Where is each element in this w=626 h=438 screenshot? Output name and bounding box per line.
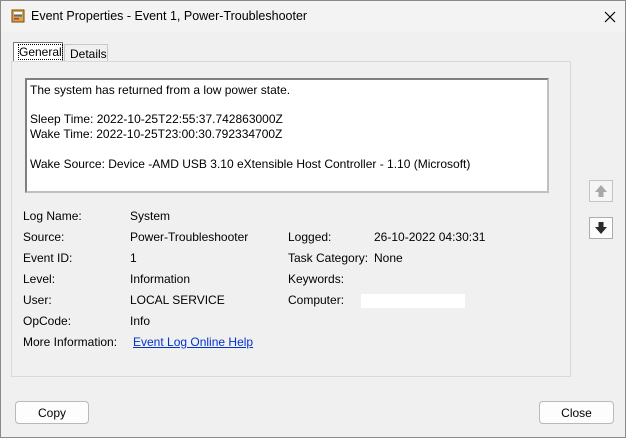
more-information-label: More Information: xyxy=(23,335,118,349)
description-line: Wake Source: Device -AMD USB 3.10 eXtens… xyxy=(30,157,471,171)
user-value[interactable]: LOCAL SERVICE xyxy=(130,293,225,307)
title-bar[interactable]: Event Properties - Event 1, Power-Troubl… xyxy=(1,1,625,32)
window-close-button[interactable] xyxy=(595,5,625,29)
event-id-value[interactable]: 1 xyxy=(130,251,137,265)
event-properties-window: Event Properties - Event 1, Power-Troubl… xyxy=(0,0,626,438)
opcode-value[interactable]: Info xyxy=(130,314,150,328)
opcode-label: OpCode: xyxy=(23,314,72,328)
previous-event-button[interactable] xyxy=(589,180,613,202)
window-title: Event Properties - Event 1, Power-Troubl… xyxy=(31,9,308,23)
close-icon xyxy=(604,11,616,23)
computer-label: Computer: xyxy=(288,293,345,307)
next-event-button[interactable] xyxy=(589,217,613,239)
copy-button-label: Copy xyxy=(37,405,66,420)
computer-value-redacted xyxy=(361,294,465,308)
close-button-label: Close xyxy=(561,405,592,420)
tab-general-label: General xyxy=(18,44,63,60)
description-line: The system has returned from a low power… xyxy=(30,83,291,97)
copy-button[interactable]: Copy xyxy=(15,401,89,424)
tab-details[interactable]: Details xyxy=(64,44,108,61)
keywords-label: Keywords: xyxy=(288,272,345,286)
event-viewer-icon xyxy=(11,9,25,23)
event-log-online-help-link[interactable]: Event Log Online Help xyxy=(133,335,253,349)
level-value[interactable]: Information xyxy=(130,272,190,286)
event-description-box[interactable]: The system has returned from a low power… xyxy=(25,78,549,193)
tab-details-label: Details xyxy=(70,47,107,61)
log-name-label: Log Name: xyxy=(23,209,82,223)
tab-general[interactable]: General xyxy=(13,42,63,61)
source-label: Source: xyxy=(23,230,65,244)
event-id-label: Event ID: xyxy=(23,251,73,265)
log-name-value[interactable]: System xyxy=(130,209,170,223)
logged-value[interactable]: 26-10-2022 04:30:31 xyxy=(374,230,485,244)
description-line: Wake Time: 2022-10-25T23:00:30.792334700… xyxy=(30,127,283,141)
task-category-label: Task Category: xyxy=(288,251,369,265)
close-button[interactable]: Close xyxy=(539,401,614,424)
description-line: Sleep Time: 2022-10-25T22:55:37.74286300… xyxy=(30,112,283,126)
arrow-down-icon xyxy=(595,222,607,234)
logged-label: Logged: xyxy=(288,230,332,244)
user-label: User: xyxy=(23,293,52,307)
task-category-value[interactable]: None xyxy=(374,251,403,265)
level-label: Level: xyxy=(23,272,56,286)
arrow-up-icon xyxy=(595,185,607,197)
source-value[interactable]: Power-Troubleshooter xyxy=(130,230,248,244)
